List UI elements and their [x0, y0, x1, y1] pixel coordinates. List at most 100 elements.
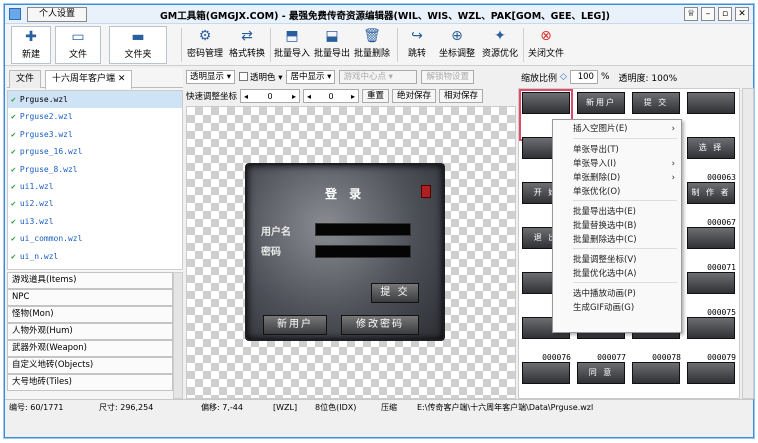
- check-icon: ✔: [11, 95, 16, 104]
- login-dialog-image: 登 录 用户名 密码 提 交 新用户 修改密码: [245, 163, 445, 341]
- thumbnail-cell[interactable]: 同 意: [574, 359, 628, 398]
- context-menu-item[interactable]: 批量调整坐标(V): [573, 253, 679, 267]
- thumbnail-image: [522, 362, 570, 384]
- file-list-item[interactable]: ✔ ui1.wzl: [8, 178, 182, 195]
- status-offset: 偏移: 7,-44: [201, 403, 243, 412]
- preview-canvas[interactable]: 登 录 用户名 密码 提 交 新用户 修改密码: [186, 106, 516, 399]
- personal-settings-tab[interactable]: 个人设置: [27, 7, 87, 22]
- tab-client[interactable]: 十六周年客户端 ✕: [45, 70, 133, 89]
- tab-close-icon[interactable]: ✕: [118, 74, 126, 84]
- context-menu-item[interactable]: 单张导出(T): [573, 143, 679, 157]
- context-menu-item[interactable]: 批量导出选中(E): [573, 205, 679, 219]
- new-label: 新建: [21, 50, 40, 60]
- scale-input[interactable]: 100: [569, 70, 598, 84]
- resource-optimize-button[interactable]: ✦ 资源优化: [479, 26, 521, 64]
- minimize-icon[interactable]: –: [701, 7, 715, 21]
- game-center-point-select[interactable]: 游戏中心点 ▾: [339, 70, 418, 84]
- context-menu-item[interactable]: 单张优化(O): [573, 185, 679, 199]
- trash-icon: 🗑: [363, 28, 381, 44]
- category-item[interactable]: 人物外观(Hum): [7, 323, 173, 340]
- category-scrollbar[interactable]: [173, 272, 183, 399]
- password-manager-button[interactable]: ⚙ 密码管理: [185, 26, 225, 64]
- category-item[interactable]: 游戏道具(Items): [7, 272, 173, 289]
- thumbnail-scrollbar[interactable]: [742, 88, 754, 399]
- thumbnail-image: 同 意: [577, 362, 625, 384]
- category-list: 游戏道具(Items) NPC 怪物(Mon) 人物外观(Hum) 武器外观(Weapo…: [7, 272, 173, 391]
- file-list-item[interactable]: ✔ prguse_16.wzl: [8, 143, 182, 160]
- status-type: [WZL]: [273, 403, 298, 412]
- transparent-display-select[interactable]: 透明显示 ▾: [186, 70, 235, 84]
- file-button[interactable]: ▭ 文件: [55, 26, 101, 64]
- password-field-graphic: [315, 245, 411, 258]
- file-list-item[interactable]: ✔ ui2.wzl: [8, 195, 182, 212]
- transparent-color-toggle[interactable]: 透明色 ▾: [238, 71, 282, 83]
- file-list-item[interactable]: ✔ Prguse.wzl: [8, 91, 182, 109]
- close-circle-icon: ⊗: [540, 28, 552, 44]
- file-list-item[interactable]: ✔ ui3.wzl: [8, 213, 182, 230]
- tab-file[interactable]: 文件: [9, 70, 42, 88]
- context-menu-item[interactable]: 单张删除(D) ›: [573, 171, 679, 185]
- transparent-color-checkbox[interactable]: [238, 72, 248, 81]
- context-menu-item[interactable]: 生成GIF动画(G): [573, 301, 679, 315]
- skin-icon[interactable]: ♕: [684, 7, 698, 21]
- center-display-select[interactable]: 居中显示 ▾: [286, 70, 336, 84]
- context-menu-item[interactable]: 单张导入(I) ›: [573, 157, 679, 171]
- password-icon: ⚙: [198, 28, 212, 44]
- display-options-row: 透明显示 ▾ 透明色 ▾ 居中显示 ▾ 游戏中心点 ▾ 解锁物设置: [186, 68, 518, 86]
- category-item[interactable]: 自定义地砖(Objects): [7, 357, 173, 374]
- reset-button[interactable]: 重置: [362, 89, 390, 103]
- batch-delete-button[interactable]: 🗑 批量删除: [352, 26, 392, 64]
- opacity-label: 透明度: 100%: [618, 73, 678, 84]
- context-menu-item[interactable]: 批量删除选中(C): [573, 233, 679, 247]
- right-arrow-icon[interactable]: ▸: [348, 92, 358, 101]
- left-panel: 文件 十六周年客户端 ✕ ✔ Prguse.wzl ✔ Prguse2.wzl ✔ Prg…: [7, 68, 183, 399]
- category-item[interactable]: NPC: [7, 289, 173, 306]
- scale-label: 缩放比例: [521, 73, 558, 84]
- file-list-item[interactable]: ✔ Prguse_8.wzl: [8, 161, 182, 178]
- context-menu-item[interactable]: 批量替换选中(B): [573, 219, 679, 233]
- scale-row: 缩放比例 ◇ 100 % 透明度: 100%: [518, 68, 755, 86]
- thumbnail-image: [632, 362, 680, 384]
- close-icon[interactable]: ✕: [735, 7, 749, 21]
- left-arrow-icon[interactable]: ◂: [241, 92, 251, 101]
- absolute-save-button[interactable]: 绝对保存: [392, 89, 437, 103]
- batch-import-button[interactable]: ⬒ 批量导入: [272, 26, 312, 64]
- thumbnail-cell[interactable]: [684, 359, 738, 398]
- context-menu-label: 单张导出(T): [573, 145, 619, 155]
- y-offset-stepper[interactable]: ◂ 0 ▸: [303, 89, 360, 103]
- right-arrow-icon[interactable]: ▸: [289, 92, 299, 101]
- coord-adjust-button[interactable]: ⊕ 坐标调整: [436, 26, 478, 64]
- thumbnail-image: [687, 317, 735, 339]
- new-button[interactable]: ✚ 新建: [11, 26, 51, 64]
- status-bar: 编号: 60/1771 尺寸: 296,254 偏移: 7,-44 [WZL] …: [5, 399, 753, 415]
- relative-save-button[interactable]: 相对保存: [439, 89, 484, 103]
- unlock-settings-button[interactable]: 解锁物设置: [421, 70, 474, 84]
- file-list-item[interactable]: ✔ Prguse3.wzl: [8, 126, 182, 143]
- context-menu-item[interactable]: 选中播放动画(P): [573, 287, 679, 301]
- close-file-button[interactable]: ⊗ 关闭文件: [526, 26, 566, 64]
- status-size: 尺寸: 296,254: [99, 403, 154, 412]
- thumbnail-cell[interactable]: [519, 359, 573, 398]
- file-list-item[interactable]: ✔ ui_n.wzl: [8, 248, 182, 265]
- thumbnail-cell[interactable]: [629, 359, 683, 398]
- maximize-icon[interactable]: ▫: [718, 7, 732, 21]
- file-list-item[interactable]: ✔ ui_common.wzl: [8, 230, 182, 247]
- thumbnail-image: [687, 362, 735, 384]
- batch-export-button[interactable]: ⬓ 批量导出: [312, 26, 352, 64]
- jump-button[interactable]: ↪ 跳转: [402, 26, 432, 64]
- file-list-item[interactable]: ✔ Prguse2.wzl: [8, 108, 182, 125]
- category-item[interactable]: 武器外观(Weapon): [7, 340, 173, 357]
- context-menu-item[interactable]: 插入空图片(E) ›: [573, 122, 679, 136]
- category-item[interactable]: 怪物(Mon): [7, 306, 173, 323]
- submit-graphic: 提 交: [371, 283, 419, 303]
- menu-separator: [573, 282, 677, 283]
- category-item[interactable]: 大号地砖(Tiles): [7, 374, 173, 391]
- folder-label: 文件夹: [124, 50, 152, 60]
- left-arrow-icon[interactable]: ◂: [304, 92, 314, 101]
- folder-button[interactable]: ▬ 文件夹: [109, 26, 167, 64]
- context-menu-item[interactable]: 批量优化选中(A): [573, 267, 679, 281]
- zoom-icon[interactable]: ◇: [560, 72, 567, 82]
- x-offset-stepper[interactable]: ◂ 0 ▸: [240, 89, 301, 103]
- crosshair-icon: ⊕: [451, 28, 463, 44]
- format-convert-button[interactable]: ⇄ 格式转换: [227, 26, 267, 64]
